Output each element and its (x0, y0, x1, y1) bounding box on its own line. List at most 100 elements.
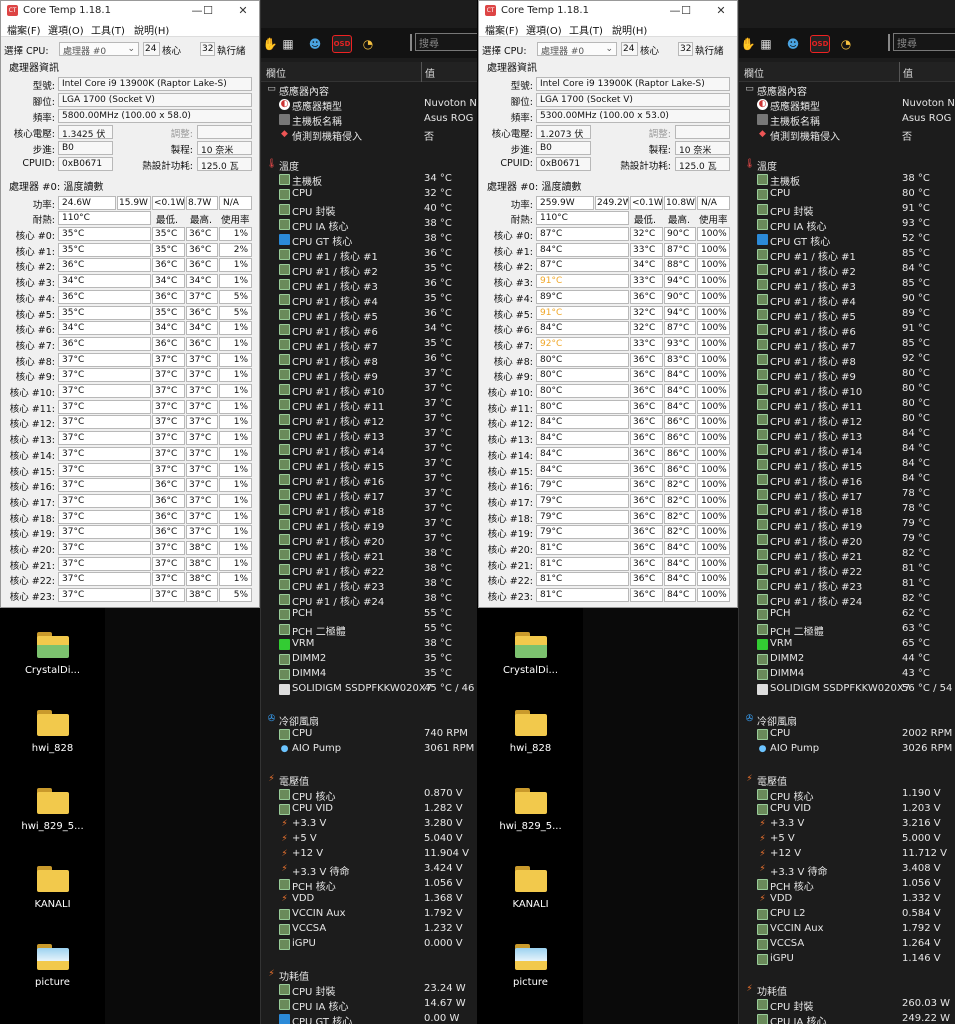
menu-tools[interactable]: 工具(T) (569, 22, 603, 37)
sensor-row[interactable]: CPU 740 RPM (261, 727, 477, 742)
plugin-icon[interactable]: ✋ (261, 35, 279, 53)
sensor-group-header[interactable]: ⚡ 電壓值 (261, 772, 477, 788)
sensor-row[interactable]: CPU #1 / 核心 #22 38 °C (261, 562, 477, 578)
sensor-group-header[interactable]: 🌡 溫度 (739, 157, 955, 173)
sensor-row[interactable]: CPU #1 / 核心 #7 85 °C (739, 337, 955, 353)
column-divider[interactable] (421, 62, 422, 82)
sensor-row[interactable]: CPU #1 / 核心 #10 80 °C (739, 382, 955, 398)
sensor-group-header[interactable]: ✇ 冷卻風扇 (739, 712, 955, 728)
menu-options[interactable]: 選項(O) (48, 22, 84, 37)
sensor-row[interactable]: CPU #1 / 核心 #7 35 °C (261, 337, 477, 353)
cpu-select[interactable]: 處理器 #0 ⌄ (537, 42, 617, 56)
menu-help[interactable]: 說明(H) (612, 22, 647, 37)
sensor-row[interactable]: CPU L2 0.584 V (739, 907, 955, 922)
sensor-group-header[interactable]: ⚡ 電壓值 (739, 772, 955, 788)
menu-options[interactable]: 選項(O) (526, 22, 562, 37)
sensor-row[interactable]: CPU IA 核心 14.67 W (261, 997, 477, 1013)
sensor-row[interactable]: VRM 65 °C (739, 637, 955, 652)
column-header-value[interactable]: 值 (425, 65, 435, 80)
sensor-row[interactable]: CPU #1 / 核心 #13 37 °C (261, 427, 477, 443)
sensor-row[interactable]: DIMM2 35 °C (261, 652, 477, 667)
sensor-row[interactable]: CPU #1 / 核心 #6 34 °C (261, 322, 477, 338)
sensor-row[interactable]: CPU #1 / 核心 #9 80 °C (739, 367, 955, 383)
plugin-icon[interactable]: ✋ (739, 35, 757, 53)
sensor-row[interactable]: CPU 封裝 40 °C (261, 202, 477, 218)
clock-icon[interactable]: ◔ (837, 35, 855, 53)
sensor-row[interactable]: CPU #1 / 核心 #14 37 °C (261, 442, 477, 458)
sensor-row[interactable]: CPU #1 / 核心 #11 37 °C (261, 397, 477, 413)
sensor-row[interactable]: CPU #1 / 核心 #1 85 °C (739, 247, 955, 263)
sensor-row[interactable]: ● AIO Pump 3061 RPM (261, 742, 477, 757)
sensor-row[interactable]: CPU #1 / 核心 #3 36 °C (261, 277, 477, 293)
desktop-icon[interactable]: CrystalDi... (478, 632, 583, 676)
sensor-row[interactable]: VRM 38 °C (261, 637, 477, 652)
sensor-row[interactable]: CPU #1 / 核心 #4 90 °C (739, 292, 955, 308)
sensor-row[interactable]: ⚡ VDD 1.368 V (261, 892, 477, 907)
sensor-row[interactable]: CPU 封裝 91 °C (739, 202, 955, 218)
sensor-row[interactable]: CPU 2002 RPM (739, 727, 955, 742)
sensor-row[interactable]: CPU #1 / 核心 #6 91 °C (739, 322, 955, 338)
column-header-value[interactable]: 值 (903, 65, 913, 80)
sensor-row[interactable]: CPU #1 / 核心 #16 84 °C (739, 472, 955, 488)
sensor-row[interactable]: VCCSA 1.264 V (739, 937, 955, 952)
sensor-group-header[interactable]: ⚡ 功耗值 (261, 967, 477, 983)
sensor-row[interactable]: CPU #1 / 核心 #12 80 °C (739, 412, 955, 428)
sensor-row[interactable]: ◐感應器類型 Nuvoton NC (739, 97, 955, 113)
desktop-icon[interactable]: KANALI (0, 866, 105, 910)
sensor-row[interactable]: ⚡ +3.3 V 待命 3.408 V (739, 862, 955, 878)
sensor-row[interactable]: CPU #1 / 核心 #18 78 °C (739, 502, 955, 518)
sensor-row[interactable]: CPU 32 °C (261, 187, 477, 202)
sensor-row[interactable]: ⚡ +3.3 V 3.216 V (739, 817, 955, 832)
sensor-row[interactable]: CPU #1 / 核心 #3 85 °C (739, 277, 955, 293)
desktop-icon[interactable]: picture (478, 944, 583, 988)
sensor-row[interactable]: CPU #1 / 核心 #14 84 °C (739, 442, 955, 458)
sensor-row[interactable]: PCH 二極體 55 °C (261, 622, 477, 638)
menu-file[interactable]: 檔案(F) (7, 22, 41, 37)
sensor-group-header[interactable]: 🌡 溫度 (261, 157, 477, 173)
sensor-row[interactable]: PCH 核心 1.056 V (739, 877, 955, 893)
sensor-row[interactable]: 主機板 38 °C (739, 172, 955, 188)
desktop-icon[interactable]: hwi_829_5... (478, 788, 583, 832)
menu-tools[interactable]: 工具(T) (91, 22, 125, 37)
sensor-row[interactable]: CPU 核心 0.870 V (261, 787, 477, 803)
sensor-row[interactable]: PCH 核心 1.056 V (261, 877, 477, 893)
desktop-icon[interactable]: CrystalDi... (0, 632, 105, 676)
sensor-row[interactable]: ⚡ +3.3 V 3.280 V (261, 817, 477, 832)
sensor-row[interactable]: CPU #1 / 核心 #18 37 °C (261, 502, 477, 518)
user-icon[interactable]: ☻ (784, 35, 802, 53)
sensor-row[interactable]: CPU #1 / 核心 #13 84 °C (739, 427, 955, 443)
sensor-row[interactable]: ⚡ +12 V 11.904 V (261, 847, 477, 862)
sensor-row[interactable]: 主機板 34 °C (261, 172, 477, 188)
sensor-row[interactable]: CPU #1 / 核心 #23 81 °C (739, 577, 955, 593)
sensor-row[interactable]: ◐感應器類型 Nuvoton NC (261, 97, 477, 113)
sensor-row[interactable]: CPU GT 核心 38 °C (261, 232, 477, 248)
sensor-row[interactable]: CPU #1 / 核心 #17 37 °C (261, 487, 477, 503)
sensor-row[interactable]: CPU #1 / 核心 #21 82 °C (739, 547, 955, 563)
sensor-row[interactable]: CPU #1 / 核心 #24 82 °C (739, 592, 955, 608)
cpu-select[interactable]: 處理器 #0 ⌄ (59, 42, 139, 56)
sensor-row[interactable]: CPU GT 核心 0.00 W (261, 1012, 477, 1024)
sensor-row[interactable]: CPU #1 / 核心 #1 36 °C (261, 247, 477, 263)
sensor-row[interactable]: CPU #1 / 核心 #19 79 °C (739, 517, 955, 533)
sensor-row[interactable]: CPU #1 / 核心 #4 35 °C (261, 292, 477, 308)
menu-help[interactable]: 說明(H) (134, 22, 169, 37)
sensor-row[interactable]: PCH 62 °C (739, 607, 955, 622)
network-icon[interactable]: ▦ (757, 35, 775, 53)
sensor-row[interactable]: DIMM2 44 °C (739, 652, 955, 667)
sensor-row[interactable]: CPU 核心 1.190 V (739, 787, 955, 803)
sensor-row[interactable]: DIMM4 35 °C (261, 667, 477, 682)
close-icon[interactable]: ✕ (233, 3, 253, 19)
sensor-row[interactable]: CPU #1 / 核心 #19 37 °C (261, 517, 477, 533)
sensor-row[interactable]: CPU #1 / 核心 #12 37 °C (261, 412, 477, 428)
sensor-row[interactable]: iGPU 0.000 V (261, 937, 477, 952)
maximize-icon[interactable]: ☐ (675, 3, 697, 19)
sensor-row[interactable]: CPU #1 / 核心 #23 38 °C (261, 577, 477, 593)
sensor-row[interactable]: PCH 55 °C (261, 607, 477, 622)
sensor-row[interactable]: DIMM4 43 °C (739, 667, 955, 682)
sensor-row[interactable]: CPU #1 / 核心 #15 84 °C (739, 457, 955, 473)
sensor-row[interactable]: ⚡ +5 V 5.000 V (739, 832, 955, 847)
sensor-row[interactable]: ⚡ VDD 1.332 V (739, 892, 955, 907)
sensor-row[interactable]: CPU #1 / 核心 #10 37 °C (261, 382, 477, 398)
search-input[interactable]: 搜尋 (415, 33, 477, 51)
sensor-row[interactable]: ◆ 偵測到機箱侵入 否 (739, 127, 955, 143)
